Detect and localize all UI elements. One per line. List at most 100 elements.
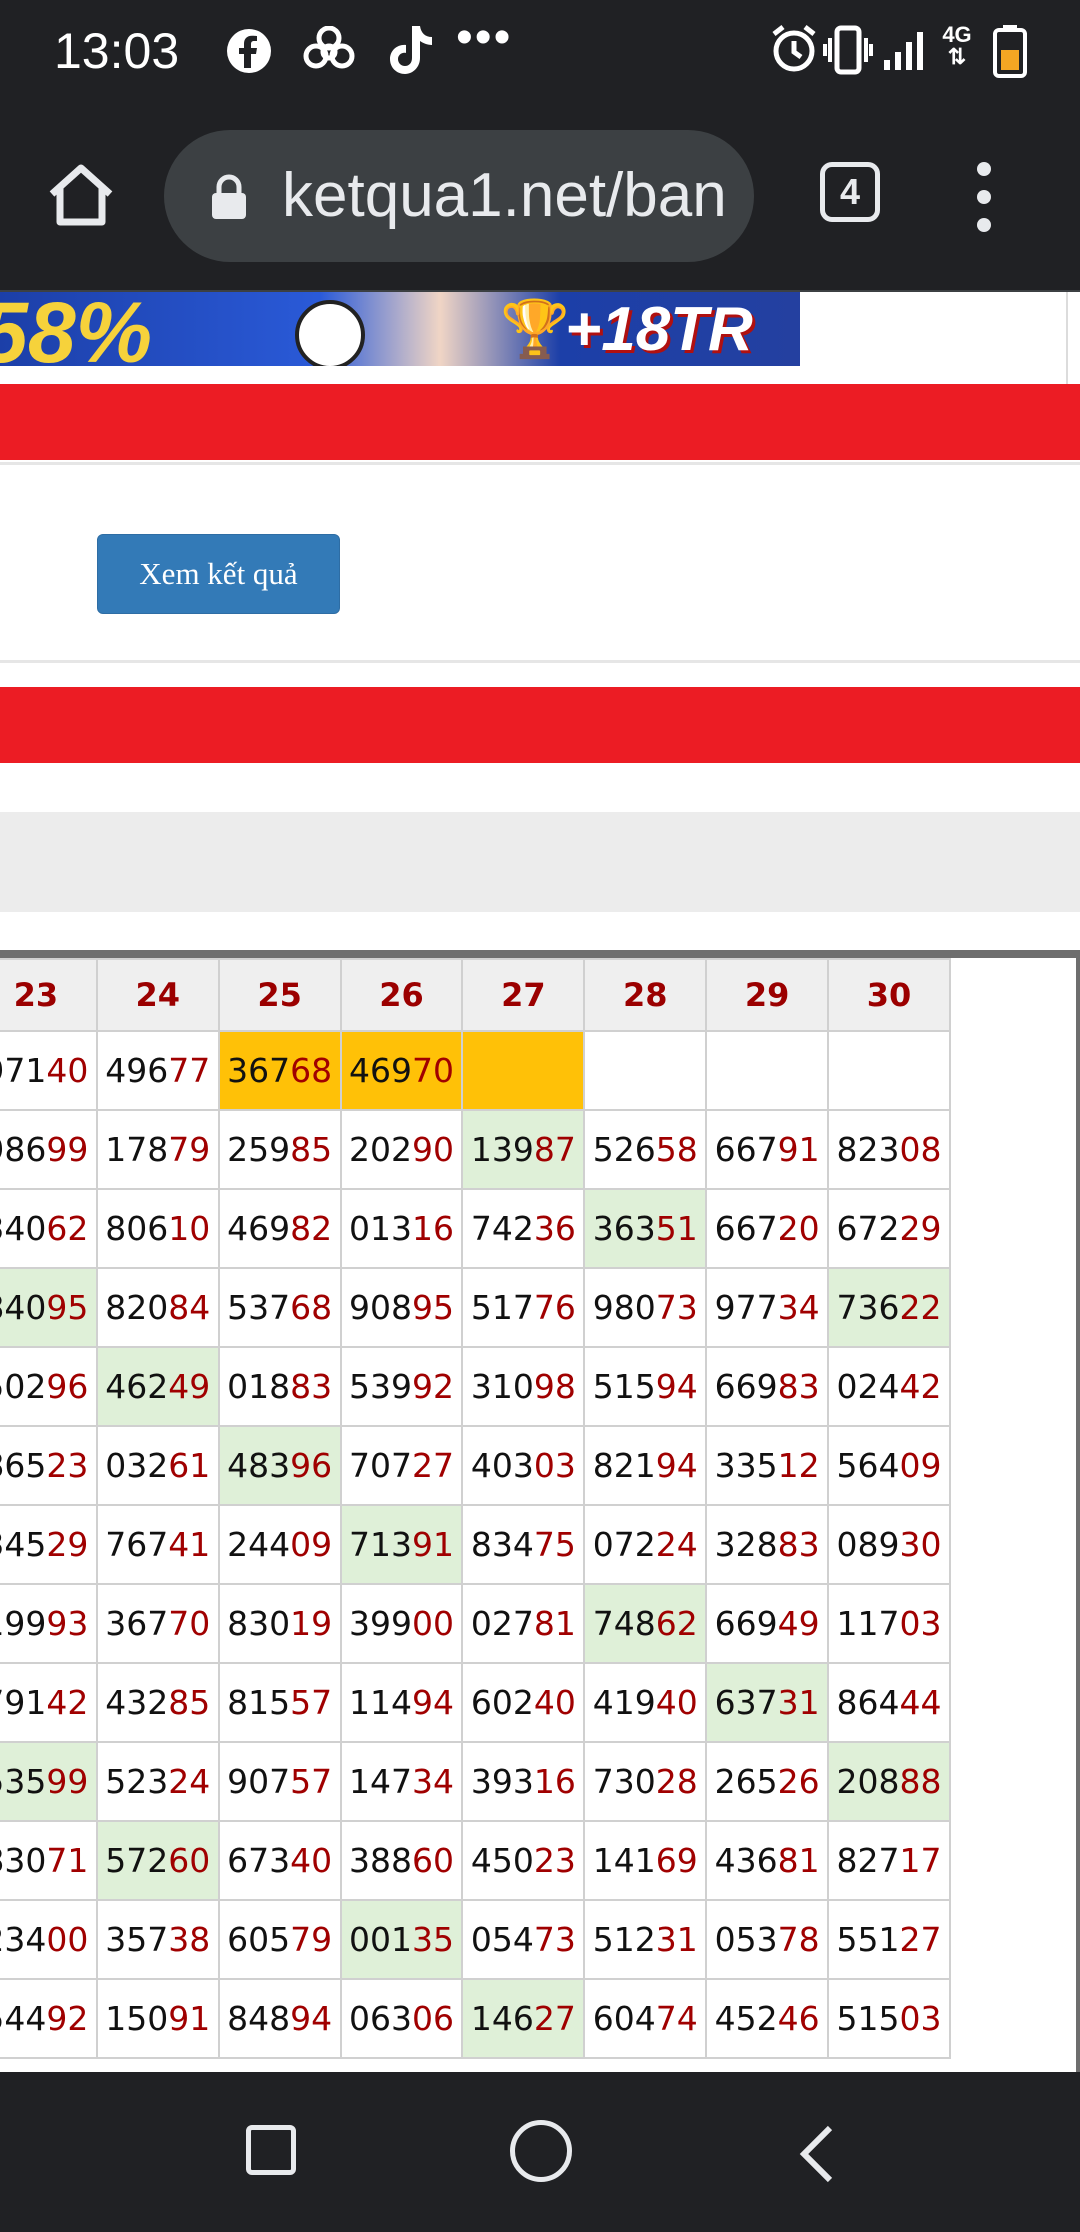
result-tail-digits: 95 [46,1288,89,1327]
result-tail-digits: 71 [46,1841,89,1880]
day-header: 25 [217,958,342,1032]
result-head-digits: 767 [105,1525,169,1564]
result-head-digits: 707 [348,1446,412,1485]
result-cell: 53992 [339,1346,464,1427]
result-tail-digits: 42 [46,1683,89,1722]
result-head-digits: 865 [0,1446,47,1485]
result-tail-digits: 82 [290,1209,333,1248]
home-icon[interactable] [46,160,116,230]
tab-switcher-button[interactable]: 4 [820,162,880,222]
result-head-digits: 345 [0,1525,47,1564]
result-cell: 25985 [217,1109,342,1190]
result-head-digits: 202 [348,1130,412,1169]
result-head-digits: 791 [0,1683,47,1722]
table-body: 5971404967736768469705986991787925985202… [0,1030,951,2059]
day-header: 30 [827,958,951,1032]
result-head-digits: 114 [348,1683,412,1722]
result-cell: 84095 [0,1267,98,1348]
view-results-button[interactable]: Xem kết quả [97,534,340,614]
result-cell: 45023 [461,1820,586,1901]
result-cell: 20888 [827,1741,951,1822]
menu-icon[interactable] [972,162,996,232]
result-tail-digits: 17 [899,1841,942,1880]
results-table-container: 222324252627282930 597140496773676846970… [0,950,1080,2072]
result-cell: 60240 [461,1662,586,1743]
result-cell: 82308 [827,1109,951,1190]
result-cell: 02442 [827,1346,951,1427]
result-cell: 51594 [583,1346,708,1427]
result-tail-digits: 79 [290,1920,333,1959]
result-tail-digits: 30 [899,1525,942,1564]
result-cell: 41940 [583,1662,708,1743]
result-tail-digits: 75 [533,1525,576,1564]
result-tail-digits: 94 [655,1367,698,1406]
result-tail-digits: 62 [655,1604,698,1643]
result-cell: 45246 [705,1978,830,2059]
result-cell: 70727 [339,1425,464,1506]
result-cell: 66983 [705,1346,830,1427]
result-cell: 97734 [705,1267,830,1348]
result-tail-digits: 27 [899,1920,942,1959]
back-icon[interactable] [790,2124,850,2184]
result-head-digits: 736 [836,1288,900,1327]
result-head-digits: 146 [470,1999,534,2038]
table-row: 3544921509184894063061462760474452465150… [0,1978,951,2059]
result-head-digits: 515 [836,1999,900,2038]
ad-banner[interactable]: 58% 🏆 +18TR [0,292,800,366]
result-cell: 51776 [461,1267,586,1348]
result-head-digits: 526 [592,1130,656,1169]
result-cell: 49677 [95,1030,220,1111]
result-head-digits: 907 [227,1762,291,1801]
result-head-digits: 848 [227,1999,291,2038]
result-head-digits: 053 [714,1920,778,1959]
result-head-digits: 986 [0,1130,47,1169]
result-tail-digits: 58 [655,1130,698,1169]
table-row: 5986991787925985202901398752658667918230… [0,1109,951,1190]
results-table: 222324252627282930 597140496773676846970… [0,958,951,2059]
battery-low-icon [993,25,1027,78]
result-head-digits: 265 [714,1762,778,1801]
result-cell: 90895 [339,1267,464,1348]
result-head-digits: 512 [592,1920,656,1959]
result-cell: 02781 [461,1583,586,1664]
result-cell: 20290 [339,1109,464,1190]
table-row: 7345297674124409713918347507224328830893… [0,1504,951,1585]
result-head-digits: 027 [470,1604,534,1643]
url-text[interactable]: ketqua1.net/ban [282,160,727,231]
result-tail-digits: 76 [533,1288,576,1327]
result-cell: 60474 [583,1978,708,2059]
result-cell: 26526 [705,1741,830,1822]
result-head-digits: 730 [592,1762,656,1801]
result-tail-digits: 27 [533,1999,576,2038]
result-tail-digits: 57 [290,1683,333,1722]
result-tail-digits: 94 [290,1999,333,2038]
result-cell: 14169 [583,1820,708,1901]
result-head-digits: 544 [0,1999,47,2038]
result-head-digits: 018 [227,1367,291,1406]
address-bar[interactable]: ketqua1.net/ban [164,130,754,262]
result-head-digits: 823 [836,1130,900,1169]
result-tail-digits: 09 [899,1446,942,1485]
recent-apps-icon[interactable] [246,2125,296,2175]
result-head-digits: 830 [227,1604,291,1643]
nav-home-icon[interactable] [510,2120,572,2182]
4g-icon: 4G ⇅ [942,22,972,69]
result-cell: 74862 [583,1583,708,1664]
result-head-digits: 199 [0,1604,47,1643]
trophy-icon: 🏆 [500,297,570,360]
result-tail-digits: 46 [777,1999,820,2038]
result-head-digits: 054 [470,1920,534,1959]
result-tail-digits: 23 [46,1446,89,1485]
result-cell: 73028 [583,1741,708,1822]
result-tail-digits: 51 [655,1209,698,1248]
result-head-digits: 483 [227,1446,291,1485]
result-cell: 53599 [0,1741,98,1822]
day-header: 29 [705,958,830,1032]
result-tail-digits: 61 [168,1446,211,1485]
result-cell: 33512 [705,1425,830,1506]
result-tail-digits: 92 [411,1367,454,1406]
result-cell: 51231 [583,1899,708,1980]
result-cell: 76741 [95,1504,220,1585]
result-cell: 67229 [827,1188,951,1269]
result-head-digits: 502 [0,1367,47,1406]
